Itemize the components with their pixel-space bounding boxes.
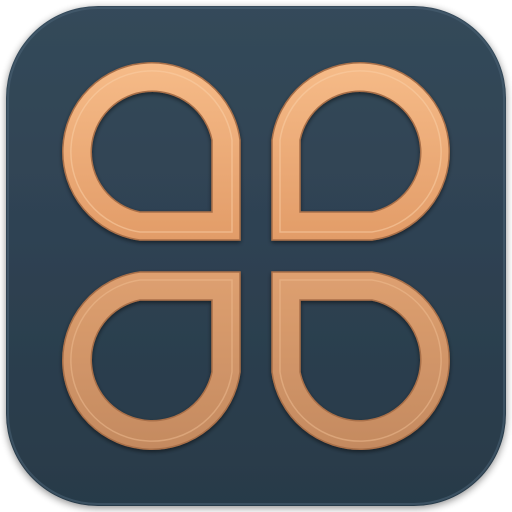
icon-tile: [6, 6, 506, 506]
app-icon[interactable]: [0, 0, 512, 512]
four-teardrop-petals-icon: [6, 6, 506, 506]
